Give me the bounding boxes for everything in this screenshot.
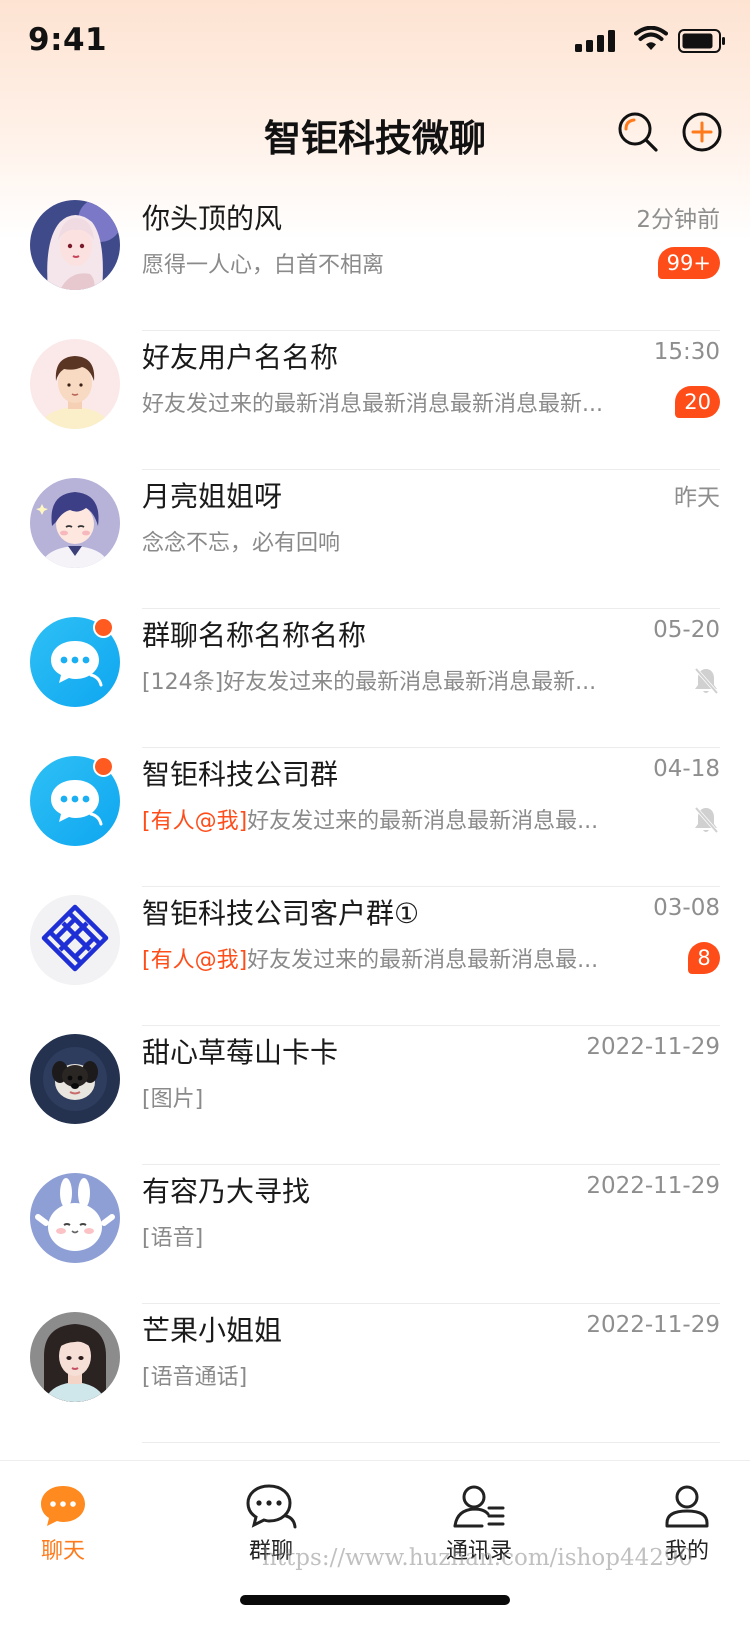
- chat-time: 15:30: [653, 339, 720, 365]
- unread-badge: 20: [675, 386, 720, 418]
- avatar: [30, 1312, 120, 1402]
- divider: [142, 1442, 720, 1443]
- chat-name: 你头顶的风: [142, 202, 283, 235]
- search-icon[interactable]: [616, 110, 660, 154]
- chat-row[interactable]: 智钜科技公司客户群① 03-08 [有人@我]好友发过来的最新消息最新消息最..…: [0, 887, 750, 1026]
- chat-row[interactable]: 智钜科技公司群 04-18 [有人@我]好友发过来的最新消息最新消息最...: [0, 748, 750, 887]
- chat-name: 月亮姐姐呀: [142, 480, 283, 513]
- mention-tag: [有人@我]: [142, 809, 248, 834]
- wifi-icon: [634, 26, 668, 50]
- chat-message-text: 好友发过来的最新消息最新消息最新消息最新...: [142, 392, 603, 417]
- chat-message-text: 好友发过来的最新消息最新消息最...: [247, 948, 599, 973]
- chat-name: 有容乃大寻找: [142, 1175, 311, 1208]
- group-chat-icon: [246, 1484, 297, 1529]
- chat-time: 2022-11-29: [586, 1034, 720, 1060]
- chat-message: 愿得一人心，白首不相离: [142, 247, 384, 279]
- watermark: https://www.huzhan.com/ishop44290: [262, 1545, 694, 1571]
- group-chat-bubble-icon: [51, 780, 103, 826]
- chat-message-text: [124条]好友发过来的最新消息最新消息最新...: [142, 670, 597, 695]
- chat-message: [有人@我]好友发过来的最新消息最新消息最...: [142, 803, 598, 835]
- chat-row[interactable]: 芒果小姐姐 2022-11-29 [语音通话]: [0, 1304, 750, 1443]
- nav-bar: 智钜科技微聊: [0, 88, 750, 192]
- company-logo-avatar: [30, 895, 120, 985]
- chat-row[interactable]: 月亮姐姐呀 昨天 念念不忘，必有回响: [0, 470, 750, 609]
- chat-message: [图片]: [142, 1081, 203, 1113]
- chat-message-text: 念念不忘，必有回响: [142, 531, 341, 556]
- chat-name: 好友用户名名称: [142, 341, 339, 374]
- new-indicator-dot: [93, 617, 114, 638]
- chat-time: 03-08: [653, 895, 720, 921]
- unread-badge: 99+: [657, 247, 720, 279]
- profile-icon: [665, 1485, 709, 1528]
- bell-off-icon: [693, 666, 720, 696]
- avatar: [30, 478, 120, 568]
- chat-row[interactable]: 有容乃大寻找 2022-11-29 [语音]: [0, 1165, 750, 1304]
- chat-time: 2022-11-29: [586, 1312, 720, 1338]
- chat-name: 智钜科技公司群: [142, 758, 339, 791]
- avatar: [30, 1173, 120, 1263]
- chat-message-text: 愿得一人心，白首不相离: [142, 253, 385, 278]
- signal-icon: [575, 30, 615, 52]
- chat-message: [有人@我]好友发过来的最新消息最新消息最...: [142, 942, 598, 974]
- chat-message: [124条]好友发过来的最新消息最新消息最新...: [142, 664, 596, 696]
- chat-time: 04-18: [653, 756, 720, 782]
- chat-time: 2分钟前: [636, 207, 720, 233]
- bell-off-icon: [693, 805, 720, 835]
- status-time: 9:41: [28, 22, 108, 58]
- chat-message-text: [图片]: [142, 1087, 204, 1112]
- chat-row[interactable]: 群聊名称名称名称 05-20 [124条]好友发过来的最新消息最新消息最新...: [0, 609, 750, 748]
- status-bar: 9:41: [0, 0, 750, 88]
- chat-row[interactable]: 你头顶的风 2分钟前 愿得一人心，白首不相离 99+: [0, 192, 750, 331]
- home-indicator[interactable]: [240, 1595, 510, 1605]
- tab-chat[interactable]: 聊天: [3, 1483, 123, 1565]
- contacts-icon: [453, 1485, 505, 1528]
- chat-message: 好友发过来的最新消息最新消息最新消息最新...: [142, 386, 603, 418]
- avatar: [30, 200, 120, 290]
- chat-message: [语音通话]: [142, 1359, 247, 1391]
- mention-tag: [有人@我]: [142, 948, 248, 973]
- chat-name: 芒果小姐姐: [142, 1314, 283, 1347]
- new-indicator-dot: [93, 756, 114, 777]
- chat-time: 05-20: [653, 617, 720, 643]
- unread-badge: 8: [688, 942, 720, 974]
- chat-message-text: [语音通话]: [142, 1365, 248, 1390]
- avatar: [30, 339, 120, 429]
- chat-time: 昨天: [674, 485, 720, 511]
- battery-icon: [678, 29, 725, 53]
- plus-circle-icon[interactable]: [680, 110, 724, 154]
- chat-message-text: [语音]: [142, 1226, 204, 1251]
- chat-row[interactable]: 好友用户名名称 15:30 好友发过来的最新消息最新消息最新消息最新... 20: [0, 331, 750, 470]
- chat-time: 2022-11-29: [586, 1173, 720, 1199]
- chat-message-text: 好友发过来的最新消息最新消息最...: [247, 809, 599, 834]
- chat-message: 念念不忘，必有回响: [142, 525, 340, 557]
- chat-name: 群聊名称名称名称: [142, 619, 367, 652]
- chat-name: 智钜科技公司客户群①: [142, 897, 420, 930]
- tab-label: 聊天: [40, 1539, 85, 1564]
- chat-row[interactable]: 甜心草莓山卡卡 2022-11-29 [图片]: [0, 1026, 750, 1165]
- chat-list: 你头顶的风 2分钟前 愿得一人心，白首不相离 99+ 好友用户名名称 15:30…: [0, 192, 750, 1443]
- chat-bubble-filled-icon: [41, 1486, 85, 1526]
- chat-message: [语音]: [142, 1220, 203, 1252]
- chat-name: 甜心草莓山卡卡: [142, 1036, 339, 1069]
- avatar: [30, 1034, 120, 1124]
- group-chat-bubble-icon: [51, 641, 103, 687]
